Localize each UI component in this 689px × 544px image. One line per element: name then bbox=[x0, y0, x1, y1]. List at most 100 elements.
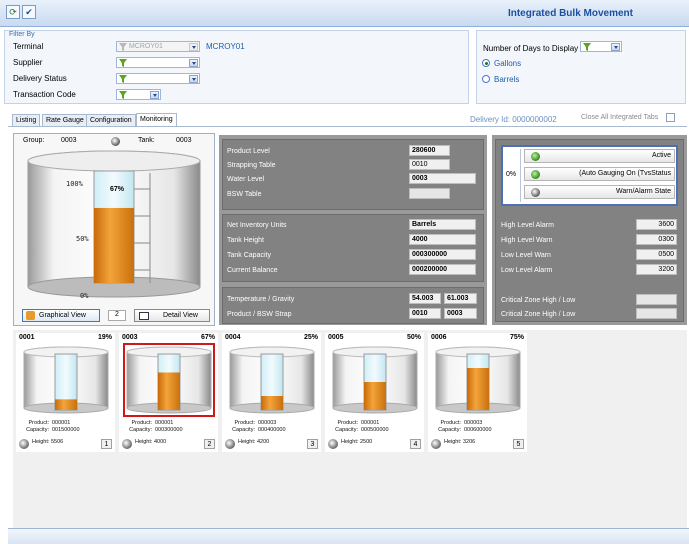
bsw-table-value bbox=[409, 188, 450, 199]
detail-view-label: Detail View bbox=[163, 312, 198, 319]
thumbnail-capacity: Capacity: 001500000 bbox=[26, 427, 80, 433]
close-all-checkbox[interactable] bbox=[666, 113, 675, 122]
gauge-icon bbox=[328, 439, 338, 449]
delivery-id: Delivery Id: 0000000002 bbox=[470, 115, 557, 124]
thumbnail-tank-graphic bbox=[229, 346, 315, 414]
group-value: 0003 bbox=[61, 137, 77, 144]
thumbnail-tank-id: 0004 bbox=[225, 334, 241, 341]
chevron-down-icon bbox=[189, 59, 198, 67]
strapping-table-label: Strapping Table bbox=[227, 162, 276, 169]
filter-legend: Filter By bbox=[9, 31, 35, 38]
thumbnail-height: Height: 2500 bbox=[341, 439, 373, 445]
thumbnail-tank-id: 0003 bbox=[122, 334, 138, 341]
status-box: 0% Active (Auto Gauging On (TvsStatus Wa… bbox=[501, 145, 678, 206]
tank-thumbnail[interactable]: 0004 25% Product: 000003 Capacity: 000400000 H… bbox=[222, 333, 321, 452]
product-strap-value: 0010 bbox=[409, 308, 441, 319]
status-active: Active bbox=[524, 149, 675, 163]
green-status-icon bbox=[531, 152, 540, 161]
close-all-label: Close All Integrated Tabs bbox=[581, 114, 659, 121]
thumbnail-percent: 75% bbox=[509, 334, 524, 341]
critical-high-label: Critical Zone High / Low bbox=[501, 297, 576, 304]
tank-thumbnail[interactable]: 0006 75% Product: 000003 Capacity: 000600000 H… bbox=[428, 333, 527, 452]
thumbnail-tank-graphic bbox=[332, 346, 418, 414]
thumbnail-product: Product: 000003 bbox=[440, 420, 483, 426]
high-level-alarm-label: High Level Alarm bbox=[501, 222, 554, 229]
barrels-radio[interactable] bbox=[482, 75, 490, 83]
status-active-label: Active bbox=[651, 152, 671, 159]
critical-low-label: Critical Zone High / Low bbox=[501, 311, 576, 318]
thumbnail-tank-id: 0005 bbox=[328, 334, 344, 341]
high-level-alarm-value: 3600 bbox=[636, 219, 677, 230]
tank-thumbnail[interactable]: 0003 67% Product: 000001 Capacity: 000300000 H… bbox=[119, 333, 218, 452]
transaction-code-select[interactable] bbox=[116, 89, 161, 100]
bsw-strap-value: 0003 bbox=[444, 308, 477, 319]
thumbnail-height: Height: 4200 bbox=[238, 439, 270, 445]
status-gauge-line bbox=[520, 149, 521, 202]
strap-label: Product / BSW Strap bbox=[227, 311, 292, 318]
chevron-down-icon bbox=[189, 75, 198, 83]
person-icon bbox=[26, 311, 35, 320]
thumbnail-index: 5 bbox=[513, 439, 524, 449]
thumbnail-product: Product: 000001 bbox=[131, 420, 174, 426]
gauge-icon bbox=[431, 439, 441, 449]
thumbnail-product: Product: 000001 bbox=[337, 420, 380, 426]
high-level-warn-label: High Level Warn bbox=[501, 237, 553, 244]
chevron-down-icon bbox=[150, 91, 159, 99]
temperature-label: Temperature / Gravity bbox=[227, 296, 295, 303]
thumbnail-capacity: Capacity: 000600000 bbox=[438, 427, 492, 433]
supplier-label: Supplier bbox=[13, 58, 43, 67]
thumbnail-product: Product: 000003 bbox=[234, 420, 277, 426]
gray-status-icon bbox=[531, 188, 540, 197]
water-level-label: Water Level bbox=[227, 176, 265, 183]
low-level-warn-value: 0500 bbox=[636, 249, 677, 260]
product-level-label: Product Level bbox=[227, 148, 270, 155]
scale-100-label: 100% bbox=[66, 180, 83, 188]
days-label: Number of Days to Display bbox=[483, 44, 579, 53]
thumbnail-percent: 50% bbox=[406, 334, 421, 341]
tank-graphic bbox=[27, 150, 201, 298]
thumbnail-index: 3 bbox=[307, 439, 318, 449]
detail-view-button[interactable]: Detail View bbox=[134, 309, 210, 322]
tab-monitoring[interactable]: Monitoring bbox=[136, 113, 177, 127]
tank-height-value: 4000 bbox=[409, 234, 476, 245]
filter-funnel-icon bbox=[119, 59, 127, 67]
delivery-status-select[interactable] bbox=[116, 73, 200, 84]
tank-thumbnail[interactable]: 0001 19% Product: 000001 Capacity: 001500000 H… bbox=[16, 333, 115, 452]
low-level-alarm-label: Low Level Alarm bbox=[501, 267, 553, 274]
graphical-view-button[interactable]: Graphical View bbox=[22, 309, 100, 322]
thumbnail-tank-graphic bbox=[23, 346, 109, 414]
thumbnail-tank-id: 0006 bbox=[431, 334, 447, 341]
filter-funnel-icon bbox=[583, 43, 591, 51]
bottom-status-bar bbox=[8, 528, 689, 544]
tank-label: Tank: bbox=[138, 137, 155, 144]
thumbnail-percent: 19% bbox=[97, 334, 112, 341]
view-count: 2 bbox=[108, 310, 126, 321]
net-units-label: Net Inventory Units bbox=[227, 222, 287, 229]
supplier-select[interactable] bbox=[116, 57, 200, 68]
check-icon[interactable]: ✔ bbox=[22, 5, 36, 19]
gauge-icon bbox=[225, 439, 235, 449]
days-select[interactable] bbox=[580, 41, 622, 52]
status-warn-alarm-label: Warn/Alarm State bbox=[616, 188, 671, 195]
scale-50-label: 50% bbox=[76, 235, 89, 243]
thumbnail-index: 1 bbox=[101, 439, 112, 449]
gallons-radio[interactable] bbox=[482, 59, 490, 67]
temperature-value: 54.003 bbox=[409, 293, 441, 304]
tank-capacity-label: Tank Capacity bbox=[227, 252, 271, 259]
tank-graphic-panel: Group: 0003 Tank: 0003 100% 50% 0% 67% G… bbox=[13, 133, 215, 326]
thumbnail-capacity: Capacity: 000300000 bbox=[129, 427, 183, 433]
tank-thumbnail[interactable]: 0005 50% Product: 000001 Capacity: 000500000 H… bbox=[325, 333, 424, 452]
filter-funnel-icon bbox=[119, 43, 127, 51]
current-balance-label: Current Balance bbox=[227, 267, 278, 274]
terminal-select-value: MCROY01 bbox=[129, 43, 163, 50]
thumbnail-percent: 25% bbox=[303, 334, 318, 341]
thumbnail-tank-graphic bbox=[435, 346, 521, 414]
refresh-icon[interactable]: ⟳ bbox=[6, 5, 20, 19]
thumbnail-tank-graphic bbox=[123, 343, 215, 417]
low-level-alarm-value: 3200 bbox=[636, 264, 677, 275]
critical-low-value bbox=[636, 308, 677, 319]
gauge-icon bbox=[19, 439, 29, 449]
terminal-select[interactable]: MCROY01 bbox=[116, 41, 200, 52]
transaction-code-label: Transaction Code bbox=[13, 90, 76, 99]
app-title: Integrated Bulk Movement bbox=[507, 8, 633, 19]
